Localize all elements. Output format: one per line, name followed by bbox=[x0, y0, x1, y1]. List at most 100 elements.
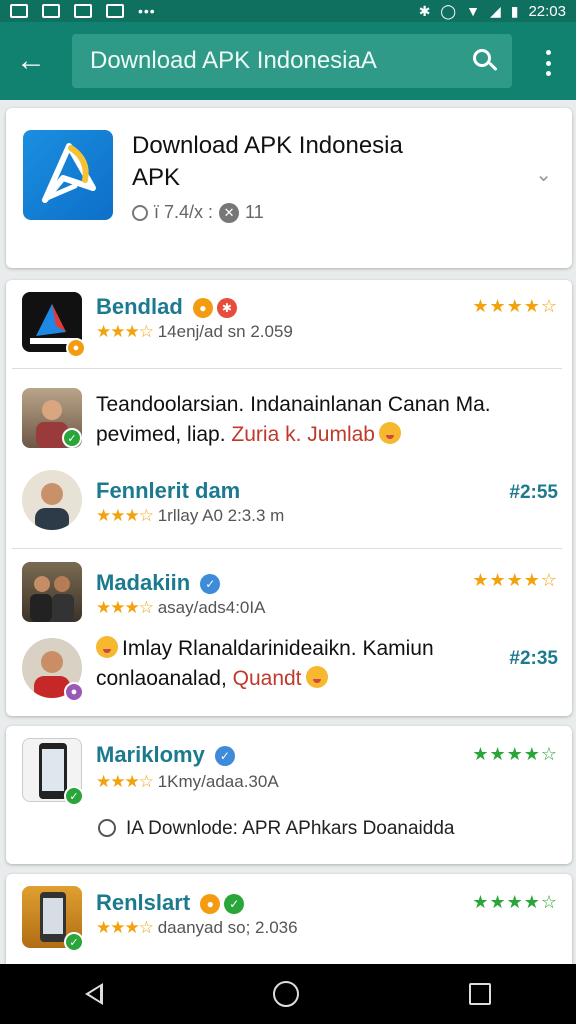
quoted-reply: IA Downlode: APR APhkars Doanaidda bbox=[98, 818, 454, 840]
review-item[interactable]: Madakiin ✓ ★★★☆ asay/ads4:0IA ★★★★☆ bbox=[6, 554, 572, 628]
comment-text: Imlay Rlanaldarinideaikn. Kamiun conlaoa… bbox=[96, 634, 434, 694]
award-icon: ● bbox=[192, 298, 213, 318]
comment-line1-text: Imlay Rlanaldarinideaikn. Kamiun bbox=[122, 637, 434, 660]
mini-stars: ★★★☆ bbox=[96, 772, 154, 791]
comment-text: Teandoolarsian. Indanainlanan Canan Ma. … bbox=[96, 390, 491, 450]
review-meta-text: 14enj/ad sn 2.059 bbox=[157, 322, 293, 341]
reviewer-name[interactable]: Bendlad ● ✱ bbox=[96, 294, 237, 320]
badge-icon: ● bbox=[66, 338, 86, 358]
review-time: #2:55 bbox=[509, 482, 558, 503]
review-meta: ★★★☆ 1rllay A0 2:3.3 m bbox=[96, 506, 284, 526]
avatar bbox=[22, 470, 82, 530]
alarm-icon: ◯ bbox=[440, 2, 457, 19]
award-icon: ● bbox=[200, 894, 221, 914]
rating-stars: ★★★★☆ bbox=[472, 744, 558, 764]
rating-stars: ★★★★☆ bbox=[472, 296, 558, 316]
battery-icon: ▮ bbox=[510, 2, 519, 19]
reviewer-name[interactable]: Fennlerit dam bbox=[96, 478, 240, 504]
review-card[interactable]: ✓ Mariklomy ✓ ★★★☆ 1Kmy/adaa.30A ★★★★☆ I… bbox=[6, 726, 572, 864]
reviewer-name[interactable]: Mariklomy ✓ bbox=[96, 742, 235, 768]
review-meta-text: 1rllay A0 2:3.3 m bbox=[157, 506, 285, 525]
reviewer-name-text: Bendlad bbox=[96, 294, 183, 319]
more-vert-icon[interactable] bbox=[538, 50, 558, 76]
comment-icon bbox=[132, 204, 148, 221]
divider bbox=[12, 548, 562, 549]
avatar bbox=[22, 562, 82, 622]
app-title-line2: APK bbox=[132, 164, 181, 191]
comment-line2: conlaoanalad, Quandt bbox=[96, 664, 434, 694]
verified-icon: ✓ bbox=[214, 746, 235, 766]
chevron-down-icon[interactable]: ⌄ bbox=[535, 162, 552, 187]
notification-icon bbox=[42, 4, 60, 18]
badge-icon: ● bbox=[64, 682, 84, 702]
comment-line2-text: conlaoanalad, bbox=[96, 667, 227, 690]
review-time: #2:35 bbox=[509, 648, 558, 669]
reviewer-name-text: Renlslart bbox=[96, 890, 191, 915]
reviewer-name[interactable]: Madakiin ✓ bbox=[96, 570, 221, 596]
rating-stars: ★★★★☆ bbox=[472, 892, 558, 912]
system-icons: ✱ ◯ ▼ ◢ ▮ 22:03 bbox=[419, 3, 566, 20]
status-time: 22:03 bbox=[528, 2, 566, 20]
verified-icon: ✓ bbox=[62, 428, 82, 448]
app-meta: ї 7.4/х : ✕ 11 bbox=[132, 202, 264, 223]
search-input[interactable]: Download APK IndonesiaA bbox=[90, 47, 472, 75]
mini-stars: ★★★☆ bbox=[96, 322, 154, 341]
notification-icon bbox=[10, 4, 28, 18]
mini-stars: ★★★☆ bbox=[96, 918, 154, 937]
comment-line2-text: pevimed, liap. bbox=[96, 423, 226, 446]
meta-left: ї 7.4/х : bbox=[154, 202, 214, 222]
mini-stars: ★★★☆ bbox=[96, 598, 154, 617]
navigation-bar bbox=[0, 964, 576, 1024]
review-comment[interactable]: ✓ Teandoolarsian. Indanainlanan Canan Ma… bbox=[6, 376, 572, 460]
verified-icon: ✓ bbox=[64, 932, 84, 952]
signal-icon: ◢ bbox=[489, 2, 501, 19]
verified-icon: ✓ bbox=[64, 786, 84, 806]
search-icon[interactable] bbox=[472, 48, 498, 74]
nav-back-icon[interactable] bbox=[85, 983, 103, 1005]
reviewer-name-text: Mariklomy bbox=[96, 742, 205, 767]
review-item[interactable]: Fennlerit dam ★★★☆ 1rllay A0 2:3.3 m #2:… bbox=[6, 460, 572, 544]
reviews-card: ● Bendlad ● ✱ ★★★☆ 14enj/ad sn 2.059 ★★★★… bbox=[6, 280, 572, 716]
review-meta: ★★★☆ daanyad so; 2.036 bbox=[96, 918, 298, 938]
mini-stars: ★★★☆ bbox=[96, 506, 154, 525]
review-meta-text: asay/ads4:0IA bbox=[157, 598, 266, 617]
review-meta: ★★★☆ 1Kmy/adaa.30A bbox=[96, 772, 279, 792]
review-meta-text: 1Kmy/adaa.30A bbox=[157, 772, 279, 791]
emoji-icon bbox=[378, 422, 401, 444]
arrow-left-icon[interactable]: ← bbox=[0, 22, 62, 100]
search-field[interactable]: Download APK IndonesiaA bbox=[72, 34, 512, 88]
review-meta-text: daanyad so; 2.036 bbox=[157, 918, 298, 937]
review-comment[interactable]: ● Imlay Rlanaldarinideaikn. Kamiun conla… bbox=[6, 630, 572, 712]
status-bar: ••• ✱ ◯ ▼ ◢ ▮ 22:03 bbox=[0, 0, 576, 22]
meta-right: 11 bbox=[245, 202, 264, 222]
notification-icon bbox=[74, 4, 92, 18]
app-info-card[interactable]: Download APK Indonesia APK ї 7.4/х : ✕ 1… bbox=[6, 108, 572, 268]
emoji-icon bbox=[96, 636, 118, 658]
fire-icon: ✱ bbox=[216, 298, 237, 318]
app-logo bbox=[23, 130, 113, 220]
reviewer-name[interactable]: Renlslart ● ✓ bbox=[96, 890, 245, 916]
rating-stars: ★★★★☆ bbox=[472, 570, 558, 590]
notification-icon bbox=[106, 4, 124, 18]
divider bbox=[12, 368, 562, 369]
verified-icon: ✓ bbox=[200, 574, 221, 594]
comment-line2: pevimed, liap. Zuria k. Jumlab bbox=[96, 420, 491, 450]
wifi-icon: ▼ bbox=[466, 3, 480, 19]
bluetooth-icon: ✱ bbox=[418, 2, 431, 19]
nav-home-icon[interactable] bbox=[273, 981, 299, 1007]
reviewer-name-text: Madakiin bbox=[96, 570, 191, 595]
comment-line1: Teandoolarsian. Indanainlanan Canan Ma. bbox=[96, 393, 491, 416]
review-meta: ★★★☆ 14enj/ad sn 2.059 bbox=[96, 322, 293, 342]
review-meta: ★★★☆ asay/ads4:0IA bbox=[96, 598, 265, 618]
chat-bubble-icon bbox=[98, 819, 116, 837]
app-bar: ← Download APK IndonesiaA bbox=[0, 22, 576, 100]
comment-highlight: Quandt bbox=[232, 667, 302, 690]
review-card[interactable]: ✓ Renlslart ● ✓ ★★★☆ daanyad so; 2.036 ★★… bbox=[6, 874, 572, 974]
comment-line1: Imlay Rlanaldarinideaikn. Kamiun bbox=[96, 634, 434, 664]
notification-icons: ••• bbox=[10, 3, 156, 19]
review-item[interactable]: ● Bendlad ● ✱ ★★★☆ 14enj/ad sn 2.059 ★★★★… bbox=[6, 280, 572, 368]
nav-recents-icon[interactable] bbox=[469, 983, 491, 1005]
close-icon: ✕ bbox=[219, 202, 240, 223]
emoji-icon bbox=[305, 666, 328, 688]
more-notifications-icon: ••• bbox=[138, 3, 156, 19]
